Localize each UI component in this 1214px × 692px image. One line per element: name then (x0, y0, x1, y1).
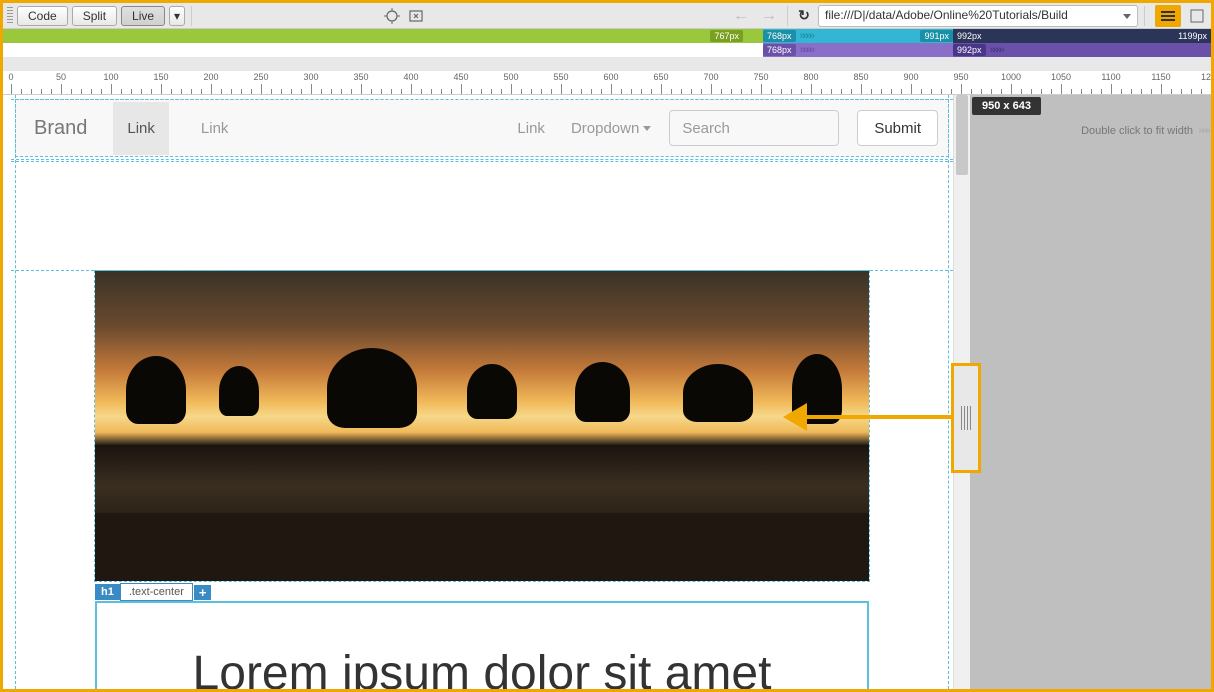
breakpoint-sm[interactable]: 768px »»»» 991px (763, 29, 953, 43)
ruler-tick-label: 1200 (1201, 72, 1211, 82)
breakpoint-label: 992px (953, 30, 986, 42)
ruler-tick-label: 550 (553, 72, 568, 82)
toolbar-grip[interactable] (7, 7, 13, 25)
code-view-button[interactable]: Code (17, 6, 68, 26)
dropdown-toggle[interactable]: Dropdown (571, 120, 651, 137)
submit-button[interactable]: Submit (857, 110, 938, 146)
ruler-tick-label: 50 (56, 72, 66, 82)
separator (787, 6, 788, 26)
right-resize-panel: 950 x 643 Double click to fit width »»» (970, 95, 1211, 689)
breakpoint-xs[interactable]: »»»» 767px (3, 29, 763, 43)
ruler-tick-label: 100 (103, 72, 118, 82)
more-icon[interactable] (1187, 6, 1207, 26)
viewport-size-badge: 950 x 643 (972, 97, 1041, 115)
chevron-right-icon: »»» (1198, 125, 1209, 136)
split-view-button[interactable]: Split (72, 6, 117, 26)
ruler-tick-label: 650 (653, 72, 668, 82)
ruler-tick-label: 750 (753, 72, 768, 82)
ruler-tick-label: 250 (253, 72, 268, 82)
ruler-tick-label: 500 (503, 72, 518, 82)
scroll-thumb[interactable] (956, 95, 968, 175)
annotation-arrow (783, 403, 953, 433)
ruler-tick-label: 850 (853, 72, 868, 82)
ruler-tick-label: 900 (903, 72, 918, 82)
separator (1144, 6, 1145, 26)
fit-width-hint: Double click to fit width (1081, 125, 1193, 137)
ruler-tick-label: 700 (703, 72, 718, 82)
document-toolbar: Code Split Live ▾ ← → ↻ file:///D|/data/… (3, 3, 1211, 29)
breakpoint-label: 1199px (1174, 30, 1211, 42)
selected-h1-element[interactable]: Lorem ipsum dolor sit amet (95, 601, 869, 689)
separator (191, 6, 192, 26)
ruler-tick-label: 950 (953, 72, 968, 82)
resize-drag-handle[interactable] (951, 363, 981, 473)
breakpoint-bar: »»»» 767px 768px »»»» 991px 992px 1199px… (3, 29, 1211, 71)
breakpoint-md[interactable]: 992px 1199px (953, 29, 1211, 43)
ruler-tick-label: 600 (603, 72, 618, 82)
inspect-icon[interactable] (406, 6, 426, 26)
tag-name-badge[interactable]: h1 (95, 584, 120, 600)
ruler-tick-label: 1150 (1151, 72, 1170, 82)
back-arrow-icon[interactable]: ← (729, 7, 753, 25)
search-input[interactable]: Search (669, 110, 839, 146)
breakpoint-label: 991px (920, 30, 953, 42)
caret-down-icon (643, 126, 651, 131)
arrow-left-icon (783, 403, 807, 431)
heading-text: Lorem ipsum dolor sit amet (153, 635, 812, 689)
nav-link-3[interactable]: Link (509, 102, 553, 155)
breakpoint-label: 767px (710, 30, 743, 42)
refresh-icon[interactable]: ↻ (794, 6, 814, 26)
breakpoint-purple-1[interactable]: 768px »»»» (763, 43, 953, 57)
breakpoint-purple-2[interactable]: 992px »»»» (953, 43, 1211, 57)
class-name-badge[interactable]: .text-center (120, 583, 193, 601)
ruler-tick-label: 800 (803, 72, 818, 82)
ruler-tick-label: 1100 (1101, 72, 1120, 82)
element-tag-indicator: h1 .text-center + (95, 583, 869, 601)
preview-canvas: Brand Link Link Link Dropdown Search Sub… (11, 95, 953, 689)
ruler-tick-label: 150 (153, 72, 168, 82)
ruler-tick-label: 450 (453, 72, 468, 82)
dropdown-label: Dropdown (571, 120, 639, 137)
hero-image[interactable] (95, 271, 869, 581)
live-view-dropdown[interactable]: ▾ (169, 6, 185, 26)
address-bar[interactable]: file:///D|/data/Adobe/Online%20Tutorials… (818, 5, 1138, 27)
add-class-button[interactable]: + (193, 585, 212, 600)
grip-icon (961, 406, 971, 430)
ruler-tick-label: 300 (303, 72, 318, 82)
breakpoint-label: 992px (953, 44, 986, 56)
ruler-tick-label: 1050 (1051, 72, 1071, 82)
panel-toggle-icon[interactable] (1155, 5, 1181, 27)
ruler-tick-label: 1000 (1001, 72, 1021, 82)
ruler-tick-label: 200 (203, 72, 218, 82)
live-view-button[interactable]: Live (121, 6, 165, 26)
breakpoint-label: 768px (763, 44, 796, 56)
page-navbar: Brand Link Link Link Dropdown Search Sub… (15, 99, 949, 157)
nav-link-2[interactable]: Link (187, 102, 243, 155)
forward-arrow-icon[interactable]: → (757, 7, 781, 25)
ruler-tick-label: 350 (353, 72, 368, 82)
ruler-tick-label: 0 (8, 72, 13, 82)
crosshair-icon[interactable] (382, 6, 402, 26)
brand-link[interactable]: Brand (26, 117, 95, 140)
horizontal-ruler: 0 50 100 150 200 250 300 350 400 450 500 550 600 650 7… (3, 71, 1211, 95)
breakpoint-label: 768px (763, 30, 796, 42)
live-preview-area: Brand Link Link Link Dropdown Search Sub… (3, 95, 1211, 689)
nav-link-1[interactable]: Link (113, 102, 169, 155)
ruler-tick-label: 400 (403, 72, 418, 82)
